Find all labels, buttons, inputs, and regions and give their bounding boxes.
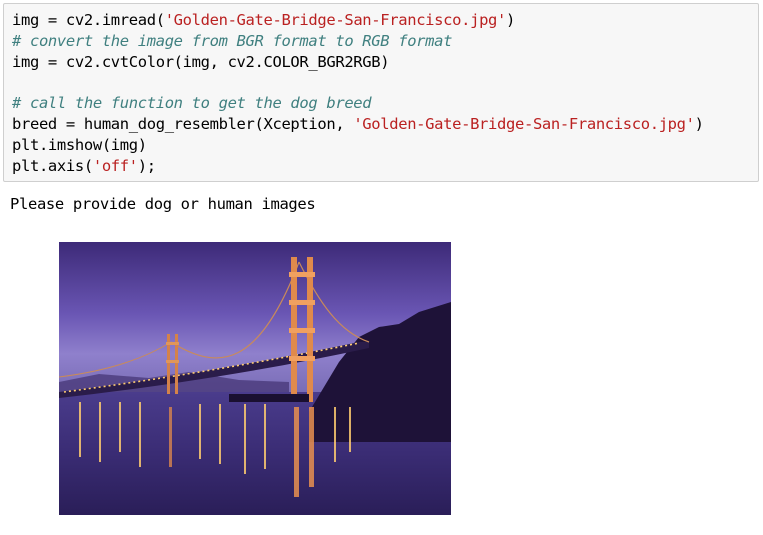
code-line: # call the function to get the dog breed xyxy=(12,93,758,114)
code-line: plt.imshow(img) xyxy=(12,135,758,156)
code-comment-token: # convert the image from BGR format to R… xyxy=(12,31,453,50)
code-token: breed = human_dog_resembler(Xception, xyxy=(12,114,354,133)
code-line: img = cv2.imread('Golden-Gate-Bridge-San… xyxy=(12,10,758,31)
code-line: plt.axis('off'); xyxy=(12,156,758,177)
code-line: breed = human_dog_resembler(Xception, 'G… xyxy=(12,114,758,135)
code-string-token: 'off' xyxy=(92,156,138,175)
code-comment-token: # call the function to get the dog breed xyxy=(12,94,372,113)
code-cell-input[interactable]: img = cv2.imread('Golden-Gate-Bridge-San… xyxy=(3,3,759,182)
code-token: plt.imshow(img) xyxy=(12,135,147,154)
code-string-token: 'Golden-Gate-Bridge-San-Francisco.jpg' xyxy=(353,114,695,133)
code-token: ) xyxy=(694,114,704,133)
code-token: ); xyxy=(137,156,156,175)
code-token: ) xyxy=(506,11,515,29)
output-stream-text: Please provide dog or human images xyxy=(10,195,316,213)
bridge-photo xyxy=(59,242,451,515)
code-token: img = cv2.cvtColor(img, cv2.COLOR_BGR2RG… xyxy=(12,52,390,71)
code-line: img = cv2.cvtColor(img, cv2.COLOR_BGR2RG… xyxy=(12,52,758,73)
output-image-golden-gate-bridge xyxy=(59,242,451,515)
code-line: # convert the image from BGR format to R… xyxy=(12,31,758,52)
code-token: plt.axis( xyxy=(12,156,93,175)
code-token: img = cv2.imread( xyxy=(12,11,165,29)
code-string-token: 'Golden-Gate-Bridge-San-Francisco.jpg' xyxy=(164,11,507,29)
